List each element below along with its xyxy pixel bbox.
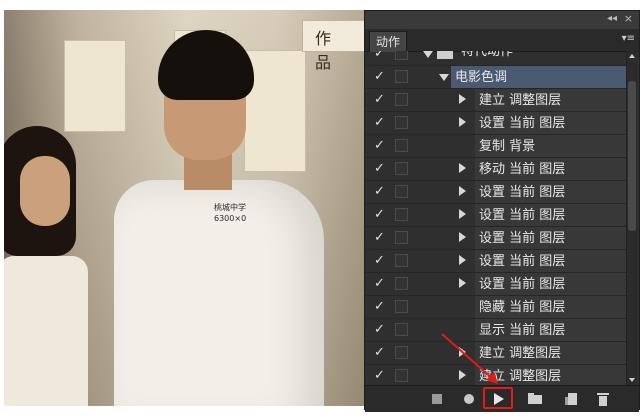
dialog-toggle-box[interactable] — [395, 185, 408, 198]
expand-arrow-icon[interactable] — [459, 278, 466, 288]
toggle-check-icon[interactable]: ✓ — [374, 115, 388, 131]
toggle-check-icon[interactable]: ✓ — [374, 92, 388, 108]
expand-arrow-icon[interactable] — [439, 74, 449, 81]
new-set-icon[interactable] — [525, 389, 545, 409]
step-label: 设置 当前 图层 — [479, 277, 566, 292]
dialog-toggle-box[interactable] — [395, 116, 408, 129]
person-girl — [4, 126, 90, 406]
dialog-toggle-box[interactable] — [395, 231, 408, 244]
step-label: 设置 当前 图层 — [479, 254, 566, 269]
list-item[interactable]: ✓ 移动 当前 图层 — [365, 158, 627, 181]
panel-menu-button[interactable]: ▾≡ — [622, 33, 635, 44]
action-label: 电影色调 — [455, 70, 508, 85]
list-item[interactable]: ✓ 隐藏 当前 图层 — [365, 296, 627, 319]
close-panel-button[interactable]: × — [624, 12, 633, 25]
dialog-toggle-box[interactable] — [395, 254, 408, 267]
dialog-toggle-box[interactable] — [395, 139, 408, 152]
folder-icon — [437, 51, 453, 59]
shirt-embroidery: 桃城中学 6300×0 — [214, 203, 247, 223]
dialog-toggle-box[interactable] — [395, 346, 408, 359]
dialog-toggle-box[interactable] — [395, 300, 408, 313]
scroll-up-icon[interactable] — [629, 54, 635, 58]
play-selection-button[interactable] — [483, 387, 513, 409]
play-icon — [494, 393, 504, 405]
panel-topbar: ◂◂ × — [365, 11, 639, 29]
scroll-down-icon[interactable] — [629, 378, 635, 382]
collapse-panel-button[interactable]: ◂◂ — [607, 13, 617, 24]
toggle-check-icon[interactable]: ✓ — [374, 161, 388, 177]
scrollbar[interactable] — [626, 51, 637, 385]
toggle-check-icon[interactable]: ✓ — [374, 51, 388, 62]
toggle-check-icon[interactable]: ✓ — [374, 69, 388, 85]
step-label: 设置 当前 图层 — [479, 231, 566, 246]
expand-arrow-icon[interactable] — [459, 94, 466, 104]
toggle-check-icon[interactable]: ✓ — [374, 138, 388, 154]
step-label: 隐藏 当前 图层 — [479, 300, 566, 315]
dialog-toggle-box[interactable] — [395, 93, 408, 106]
tab-actions[interactable]: 动作 — [369, 31, 408, 52]
record-icon[interactable] — [459, 389, 479, 409]
expand-arrow-icon[interactable] — [423, 51, 433, 58]
list-item[interactable]: ✓ 特代动作 — [365, 51, 627, 66]
action-set-label: 特代动作 — [461, 51, 514, 59]
step-label: 设置 当前 图层 — [479, 116, 566, 131]
toggle-check-icon[interactable]: ✓ — [374, 230, 388, 246]
list-item[interactable]: ✓ 设置 当前 图层 — [365, 112, 627, 135]
stop-playing-icon[interactable] — [427, 389, 447, 409]
dialog-toggle-box[interactable] — [395, 51, 408, 60]
expand-arrow-icon[interactable] — [459, 232, 466, 242]
dialog-toggle-box[interactable] — [395, 208, 408, 221]
toggle-check-icon[interactable]: ✓ — [374, 276, 388, 292]
expand-arrow-icon[interactable] — [459, 209, 466, 219]
list-item[interactable]: ✓ 建立 调整图层 — [365, 89, 627, 112]
toggle-check-icon[interactable]: ✓ — [374, 368, 388, 384]
toggle-check-icon[interactable]: ✓ — [374, 207, 388, 223]
step-label: 设置 当前 图层 — [479, 185, 566, 200]
annotation-arrow — [441, 333, 498, 384]
dialog-toggle-box[interactable] — [395, 162, 408, 175]
expand-arrow-icon[interactable] — [459, 117, 466, 127]
dialog-toggle-box[interactable] — [395, 323, 408, 336]
expand-arrow-icon[interactable] — [459, 163, 466, 173]
panel-tabbar: 动作 ▾≡ — [365, 29, 639, 52]
dialog-toggle-box[interactable] — [395, 369, 408, 382]
toggle-check-icon[interactable]: ✓ — [374, 345, 388, 361]
actions-toolbar — [365, 385, 639, 412]
toggle-check-icon[interactable]: ✓ — [374, 322, 388, 338]
step-label: 建立 调整图层 — [479, 93, 562, 108]
new-action-icon[interactable] — [561, 389, 581, 409]
photo-canvas: 作 品 桃城中学 6300×0 — [4, 10, 368, 406]
trash-icon[interactable] — [593, 389, 613, 409]
toggle-check-icon[interactable]: ✓ — [374, 299, 388, 315]
list-item[interactable]: ✓ 电影色调 — [365, 66, 627, 89]
step-label: 移动 当前 图层 — [479, 162, 566, 177]
dialog-toggle-box[interactable] — [395, 277, 408, 290]
list-item[interactable]: ✓ 设置 当前 图层 — [365, 181, 627, 204]
list-item[interactable]: ✓ 设置 当前 图层 — [365, 250, 627, 273]
list-item[interactable]: ✓ 设置 当前 图层 — [365, 273, 627, 296]
step-label: 复制 背景 — [479, 139, 536, 154]
list-item[interactable]: ✓ 设置 当前 图层 — [365, 204, 627, 227]
scroll-thumb[interactable] — [628, 81, 636, 231]
toggle-check-icon[interactable]: ✓ — [374, 253, 388, 269]
step-label: 设置 当前 图层 — [479, 208, 566, 223]
toggle-check-icon[interactable]: ✓ — [374, 184, 388, 200]
dialog-toggle-box[interactable] — [395, 70, 408, 83]
expand-arrow-icon[interactable] — [459, 255, 466, 265]
expand-arrow-icon[interactable] — [459, 186, 466, 196]
list-item[interactable]: ✓ 复制 背景 — [365, 135, 627, 158]
list-item[interactable]: ✓ 设置 当前 图层 — [365, 227, 627, 250]
